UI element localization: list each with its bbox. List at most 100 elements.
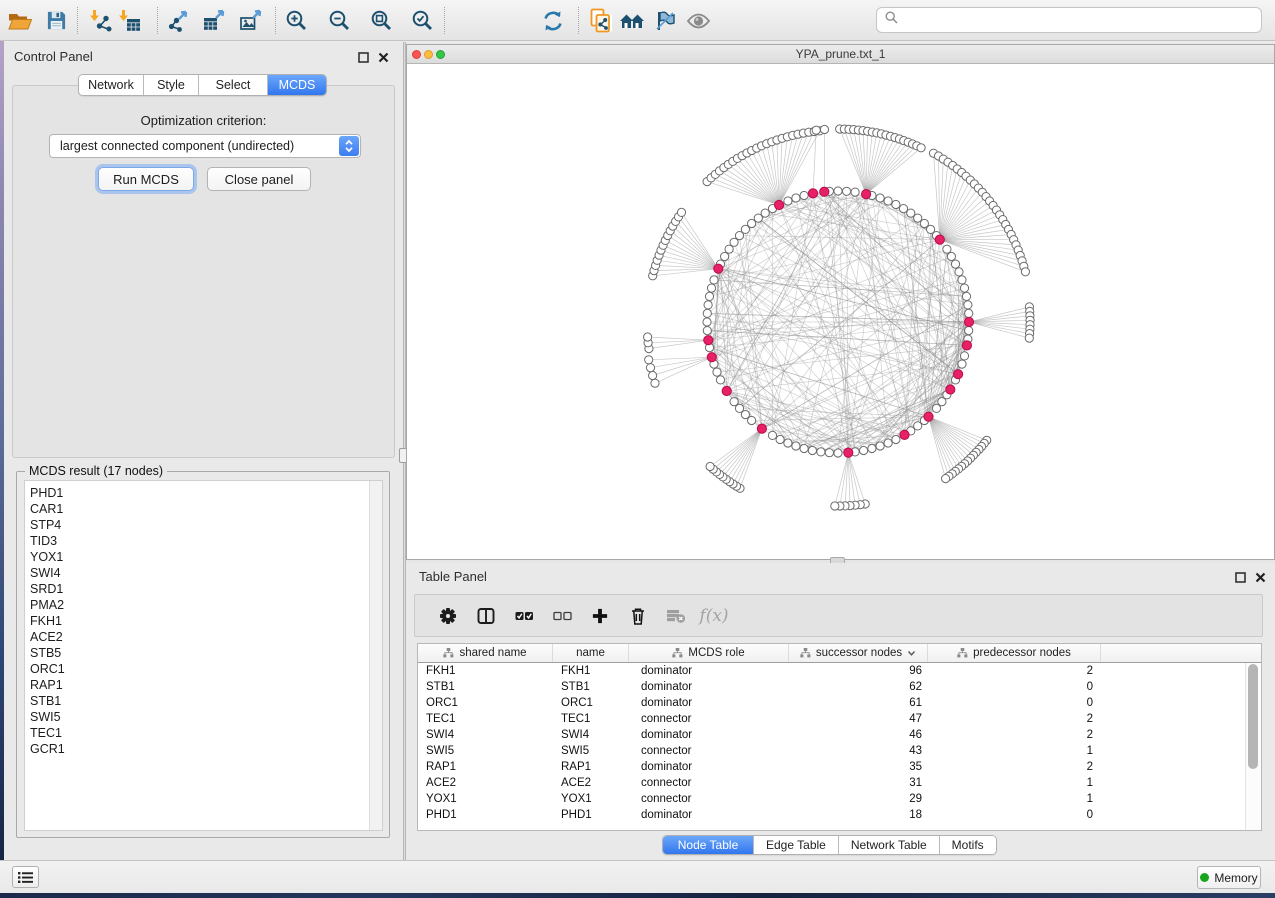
dominator-node[interactable] xyxy=(964,317,973,326)
network-node[interactable] xyxy=(917,144,925,152)
network-node[interactable] xyxy=(784,439,792,447)
network-node[interactable] xyxy=(812,126,820,134)
tab-network[interactable]: Network xyxy=(79,75,144,95)
network-node[interactable] xyxy=(884,439,892,447)
dominator-node[interactable] xyxy=(946,385,955,394)
mcds-result-item[interactable]: PMA2 xyxy=(25,597,382,613)
network-graph[interactable] xyxy=(406,64,1275,560)
task-history-button[interactable] xyxy=(12,866,39,888)
network-node[interactable] xyxy=(834,449,842,457)
mcds-result-item[interactable]: TID3 xyxy=(25,533,382,549)
dominator-node[interactable] xyxy=(962,341,971,350)
function-builder-icon[interactable]: f(x) xyxy=(695,598,733,634)
close-panel-icon[interactable] xyxy=(378,50,389,68)
network-node[interactable] xyxy=(892,200,900,208)
network-node[interactable] xyxy=(851,188,859,196)
column-header-mcds-role[interactable]: MCDS role xyxy=(629,644,789,662)
table-row[interactable]: ORC1ORC1dominator610 xyxy=(418,695,1261,711)
network-node[interactable] xyxy=(645,356,653,364)
network-node[interactable] xyxy=(860,446,868,454)
search-input[interactable] xyxy=(904,13,1253,27)
dominator-node[interactable] xyxy=(820,187,829,196)
tab-mcds[interactable]: MCDS xyxy=(268,75,326,95)
dominator-node[interactable] xyxy=(707,353,716,362)
zoom-fit-icon[interactable] xyxy=(364,4,398,37)
table-row[interactable]: YOX1YOX1connector291 xyxy=(418,791,1261,807)
add-column-icon[interactable] xyxy=(581,598,619,634)
network-node[interactable] xyxy=(1025,334,1033,342)
table-row[interactable]: ACE2ACE2connector311 xyxy=(418,775,1261,791)
column-header-predecessor-nodes[interactable]: predecessor nodes xyxy=(928,644,1101,662)
run-mcds-button[interactable]: Run MCDS xyxy=(98,167,194,191)
dominator-node[interactable] xyxy=(954,370,963,379)
export-table-icon[interactable] xyxy=(197,4,231,37)
column-header-name[interactable]: name xyxy=(553,644,629,662)
network-node[interactable] xyxy=(792,194,800,202)
open-file-icon[interactable] xyxy=(3,4,37,37)
table-row[interactable]: RAP1RAP1dominator352 xyxy=(418,759,1261,775)
float-panel-icon[interactable] xyxy=(358,50,369,68)
network-node[interactable] xyxy=(958,360,966,368)
tab-style[interactable]: Style xyxy=(144,75,199,95)
mcds-result-scrollbar[interactable] xyxy=(369,481,382,830)
network-node[interactable] xyxy=(721,252,729,260)
network-node[interactable] xyxy=(710,276,718,284)
show-columns-icon[interactable] xyxy=(467,598,505,634)
network-node[interactable] xyxy=(960,352,968,360)
network-node[interactable] xyxy=(792,442,800,450)
table-row[interactable]: STB1STB1dominator620 xyxy=(418,679,1261,695)
network-node[interactable] xyxy=(843,187,851,195)
network-node[interactable] xyxy=(1021,268,1029,276)
show-graphics-details-icon[interactable] xyxy=(681,4,715,37)
network-node[interactable] xyxy=(704,301,712,309)
memory-button[interactable]: Memory xyxy=(1197,866,1261,889)
close-panel-button[interactable]: Close panel xyxy=(207,167,311,191)
network-node[interactable] xyxy=(965,327,973,335)
table-settings-icon[interactable] xyxy=(429,598,467,634)
network-node[interactable] xyxy=(646,364,654,372)
mcds-result-item[interactable]: FKH1 xyxy=(25,613,382,629)
table-row[interactable]: TEC1TEC1connector472 xyxy=(418,711,1261,727)
export-image-icon[interactable] xyxy=(234,4,268,37)
network-node[interactable] xyxy=(644,333,652,341)
mcds-result-item[interactable]: GCR1 xyxy=(25,741,382,757)
mcds-result-item[interactable]: RAP1 xyxy=(25,677,382,693)
table-row[interactable]: SWI4SWI4dominator462 xyxy=(418,727,1261,743)
tab-network-table[interactable]: Network Table xyxy=(839,836,940,854)
search-field[interactable] xyxy=(876,7,1262,33)
network-node[interactable] xyxy=(784,197,792,205)
network-node[interactable] xyxy=(703,327,711,335)
column-header-successor-nodes[interactable]: successor nodes xyxy=(789,644,928,662)
zoom-selected-icon[interactable] xyxy=(405,4,439,37)
network-node[interactable] xyxy=(834,187,842,195)
network-node[interactable] xyxy=(868,444,876,452)
network-node[interactable] xyxy=(808,446,816,454)
table-row[interactable]: FKH1FKH1dominator962 xyxy=(418,663,1261,679)
network-node[interactable] xyxy=(768,431,776,439)
float-panel-icon[interactable] xyxy=(1235,570,1246,588)
table-scrollbar-thumb[interactable] xyxy=(1248,664,1258,769)
network-node[interactable] xyxy=(962,292,970,300)
network-node[interactable] xyxy=(951,260,959,268)
mcds-result-item[interactable]: STB1 xyxy=(25,693,382,709)
mcds-result-item[interactable]: CAR1 xyxy=(25,501,382,517)
mcds-result-item[interactable]: TEC1 xyxy=(25,725,382,741)
network-overview-icon[interactable] xyxy=(615,4,649,37)
zoom-in-icon[interactable] xyxy=(279,4,313,37)
network-node[interactable] xyxy=(651,379,659,387)
criterion-dropdown[interactable]: largest connected component (undirected) xyxy=(49,134,361,158)
network-node[interactable] xyxy=(831,502,839,510)
hide-graphics-details-icon[interactable] xyxy=(648,4,682,37)
mcds-result-item[interactable]: SRD1 xyxy=(25,581,382,597)
network-node[interactable] xyxy=(825,449,833,457)
column-header-shared-name[interactable]: shared name xyxy=(418,644,553,662)
tab-node-table[interactable]: Node Table xyxy=(663,836,754,854)
network-node[interactable] xyxy=(703,318,711,326)
dominator-node[interactable] xyxy=(862,190,871,199)
network-node[interactable] xyxy=(817,448,825,456)
mcds-result-item[interactable]: SWI4 xyxy=(25,565,382,581)
network-node[interactable] xyxy=(932,404,940,412)
tab-edge-table[interactable]: Edge Table xyxy=(754,836,839,854)
network-node[interactable] xyxy=(707,284,715,292)
mcds-result-item[interactable]: ACE2 xyxy=(25,629,382,645)
